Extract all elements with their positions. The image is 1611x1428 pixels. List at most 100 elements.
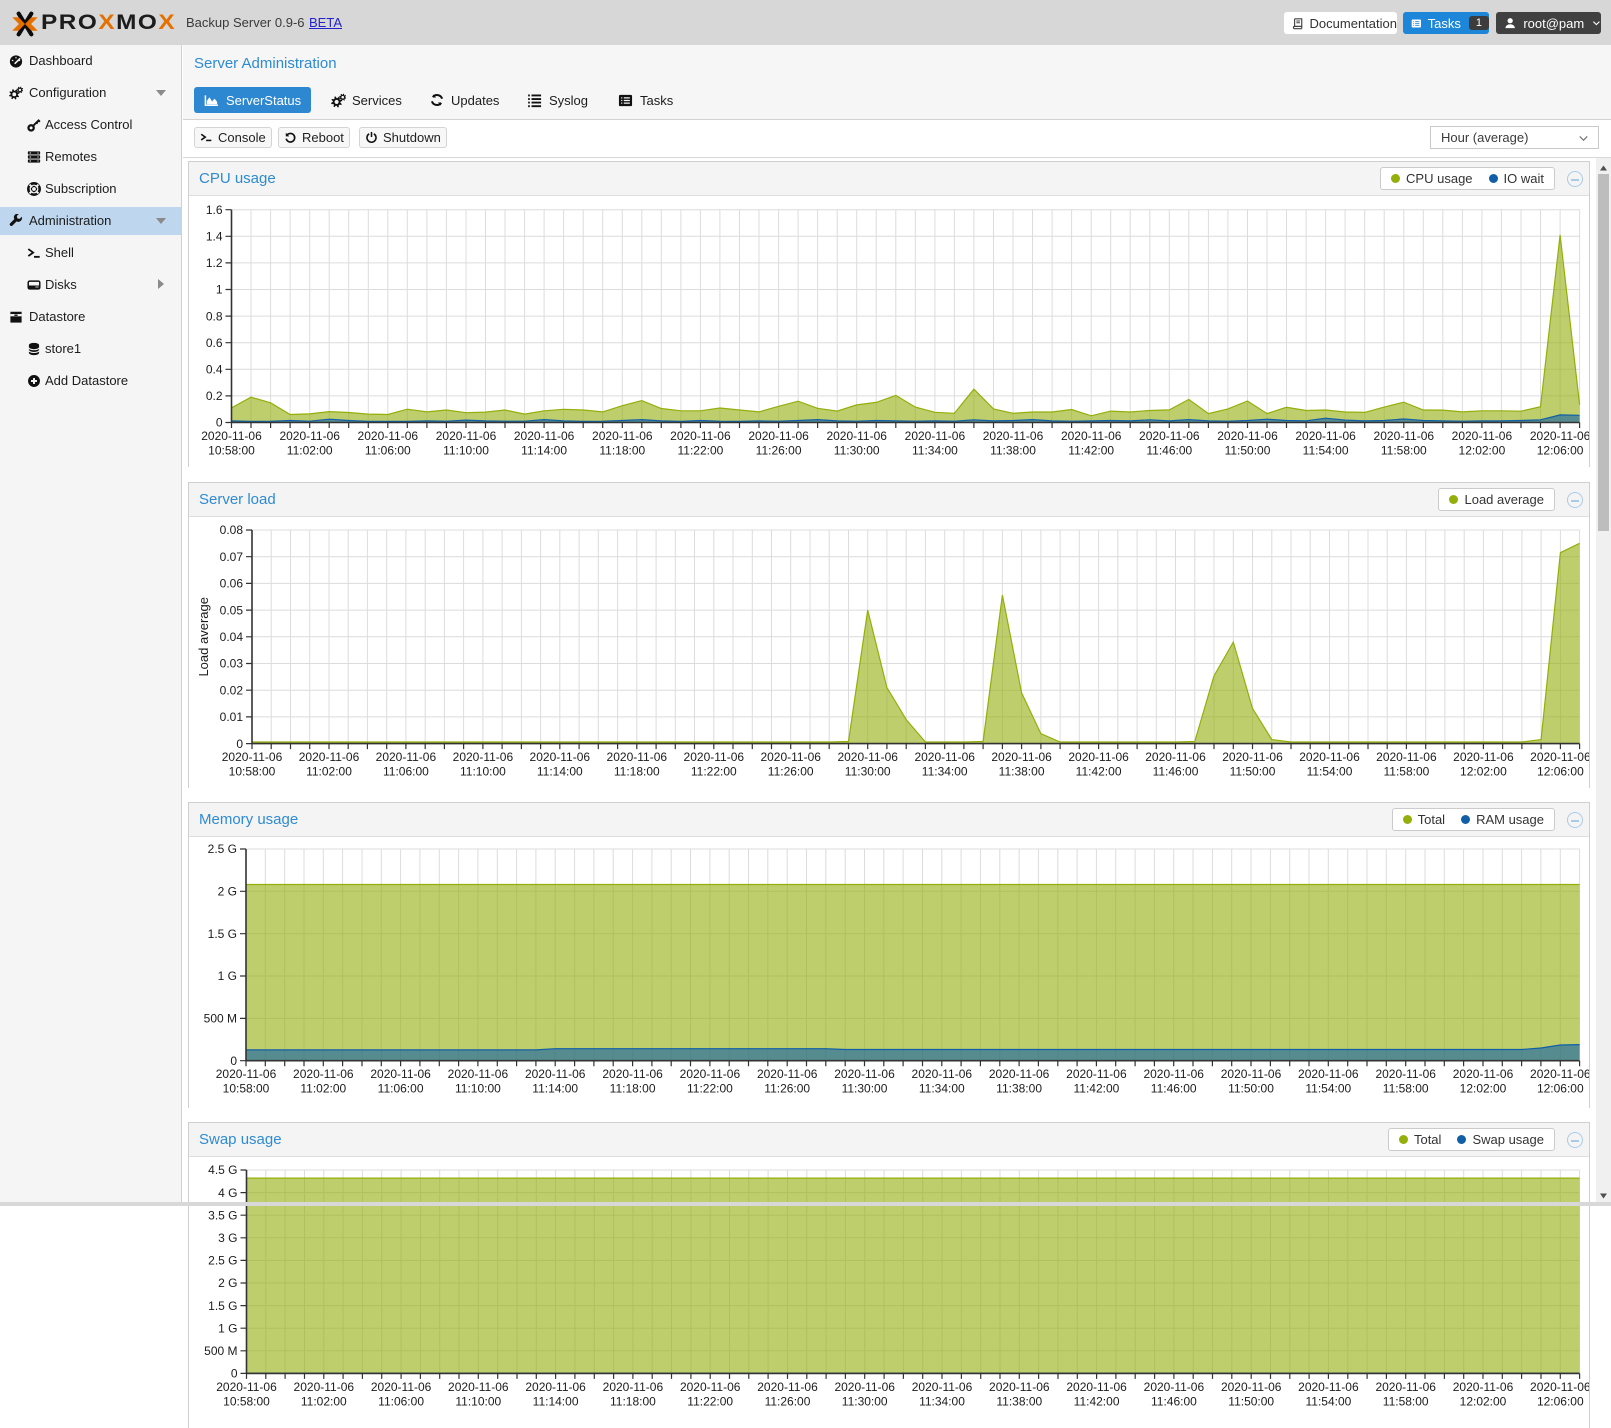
svg-text:2020-11-06: 2020-11-06 <box>293 1067 354 1081</box>
svg-text:2020-11-06: 2020-11-06 <box>222 750 283 764</box>
svg-text:11:30:00: 11:30:00 <box>842 1082 888 1096</box>
svg-text:10:58:00: 10:58:00 <box>208 444 255 458</box>
svg-text:0.02: 0.02 <box>220 683 244 697</box>
svg-text:11:34:00: 11:34:00 <box>912 444 958 458</box>
svg-text:2020-11-06: 2020-11-06 <box>592 429 653 443</box>
svg-text:0.04: 0.04 <box>220 630 244 644</box>
svg-text:2020-11-06: 2020-11-06 <box>602 1067 663 1081</box>
svg-text:11:02:00: 11:02:00 <box>287 444 333 458</box>
svg-text:0.03: 0.03 <box>220 657 244 671</box>
svg-text:0.6: 0.6 <box>206 336 223 350</box>
svg-text:11:54:00: 11:54:00 <box>1305 1082 1351 1096</box>
svg-text:2020-11-06: 2020-11-06 <box>680 1067 741 1081</box>
svg-text:11:06:00: 11:06:00 <box>378 1394 424 1408</box>
svg-text:2020-11-06: 2020-11-06 <box>1530 1380 1589 1394</box>
svg-text:1.4: 1.4 <box>206 230 223 244</box>
svg-text:2020-11-06: 2020-11-06 <box>1061 429 1122 443</box>
svg-text:0.4: 0.4 <box>206 363 223 377</box>
svg-text:11:06:00: 11:06:00 <box>365 444 411 458</box>
svg-text:12:06:00: 12:06:00 <box>1537 1082 1584 1096</box>
svg-text:11:54:00: 11:54:00 <box>1305 1394 1351 1408</box>
svg-text:2020-11-06: 2020-11-06 <box>216 1067 277 1081</box>
svg-text:0.01: 0.01 <box>220 710 244 724</box>
svg-text:2020-11-06: 2020-11-06 <box>1221 1380 1282 1394</box>
svg-text:2020-11-06: 2020-11-06 <box>436 429 497 443</box>
svg-text:2020-11-06: 2020-11-06 <box>376 750 437 764</box>
svg-text:2020-11-06: 2020-11-06 <box>834 1380 895 1394</box>
svg-text:11:46:00: 11:46:00 <box>1151 1394 1197 1408</box>
svg-text:12:02:00: 12:02:00 <box>1460 765 1507 779</box>
svg-text:2 G: 2 G <box>218 1276 237 1290</box>
svg-text:0.07: 0.07 <box>220 550 244 564</box>
svg-text:12:06:00: 12:06:00 <box>1537 1394 1584 1408</box>
svg-text:11:50:00: 11:50:00 <box>1225 444 1271 458</box>
svg-text:11:22:00: 11:22:00 <box>687 1082 733 1096</box>
svg-text:2020-11-06: 2020-11-06 <box>983 429 1044 443</box>
svg-text:2020-11-06: 2020-11-06 <box>1145 750 1206 764</box>
svg-text:4.5 G: 4.5 G <box>208 1163 237 1177</box>
svg-text:11:18:00: 11:18:00 <box>610 1394 656 1408</box>
svg-text:0: 0 <box>236 737 243 751</box>
svg-text:2020-11-06: 2020-11-06 <box>1143 1067 1204 1081</box>
svg-text:11:54:00: 11:54:00 <box>1303 444 1349 458</box>
svg-text:2020-11-06: 2020-11-06 <box>757 1067 818 1081</box>
svg-text:11:02:00: 11:02:00 <box>301 1394 347 1408</box>
svg-text:2020-11-06: 2020-11-06 <box>514 429 575 443</box>
svg-text:2020-11-06: 2020-11-06 <box>1530 750 1589 764</box>
svg-text:2020-11-06: 2020-11-06 <box>525 1067 586 1081</box>
svg-text:11:46:00: 11:46:00 <box>1151 1082 1197 1096</box>
svg-text:11:18:00: 11:18:00 <box>614 765 660 779</box>
svg-text:2020-11-06: 2020-11-06 <box>1452 429 1513 443</box>
svg-text:11:02:00: 11:02:00 <box>300 1082 346 1096</box>
svg-text:2020-11-06: 2020-11-06 <box>525 1380 586 1394</box>
svg-text:2020-11-06: 2020-11-06 <box>1453 1067 1514 1081</box>
svg-text:11:26:00: 11:26:00 <box>765 1394 811 1408</box>
svg-text:2020-11-06: 2020-11-06 <box>684 750 745 764</box>
svg-text:2020-11-06: 2020-11-06 <box>1299 750 1360 764</box>
svg-text:2020-11-06: 2020-11-06 <box>837 750 898 764</box>
svg-text:2020-11-06: 2020-11-06 <box>1217 429 1278 443</box>
svg-text:2020-11-06: 2020-11-06 <box>448 1380 509 1394</box>
svg-text:2020-11-06: 2020-11-06 <box>748 429 809 443</box>
svg-text:2020-11-06: 2020-11-06 <box>989 1380 1050 1394</box>
svg-text:0.08: 0.08 <box>220 523 244 537</box>
svg-text:2020-11-06: 2020-11-06 <box>1068 750 1129 764</box>
svg-text:2020-11-06: 2020-11-06 <box>294 1380 355 1394</box>
svg-text:1: 1 <box>216 283 223 297</box>
svg-text:1 G: 1 G <box>218 969 237 983</box>
svg-text:11:18:00: 11:18:00 <box>599 444 645 458</box>
svg-text:10:58:00: 10:58:00 <box>223 1082 270 1096</box>
svg-text:11:26:00: 11:26:00 <box>768 765 814 779</box>
svg-text:0.05: 0.05 <box>220 603 244 617</box>
svg-text:2020-11-06: 2020-11-06 <box>834 1067 895 1081</box>
svg-text:11:14:00: 11:14:00 <box>533 1394 579 1408</box>
svg-text:0.2: 0.2 <box>206 389 223 403</box>
svg-text:2 G: 2 G <box>218 885 237 899</box>
svg-text:2020-11-06: 2020-11-06 <box>201 429 262 443</box>
svg-text:11:38:00: 11:38:00 <box>999 765 1045 779</box>
svg-text:11:42:00: 11:42:00 <box>1073 1082 1119 1096</box>
svg-text:1.5 G: 1.5 G <box>208 1299 237 1313</box>
svg-text:11:50:00: 11:50:00 <box>1228 1082 1274 1096</box>
svg-text:2020-11-06: 2020-11-06 <box>1376 750 1437 764</box>
svg-text:0.8: 0.8 <box>206 309 223 323</box>
svg-text:11:06:00: 11:06:00 <box>378 1082 424 1096</box>
svg-text:0: 0 <box>230 1054 237 1068</box>
svg-text:11:26:00: 11:26:00 <box>764 1082 810 1096</box>
svg-text:500 M: 500 M <box>204 1012 237 1026</box>
svg-text:11:42:00: 11:42:00 <box>1074 1394 1120 1408</box>
svg-text:2020-11-06: 2020-11-06 <box>279 429 340 443</box>
svg-text:0: 0 <box>231 1367 238 1381</box>
svg-text:11:42:00: 11:42:00 <box>1068 444 1114 458</box>
svg-text:11:34:00: 11:34:00 <box>919 1394 965 1408</box>
svg-text:11:18:00: 11:18:00 <box>610 1082 656 1096</box>
svg-text:2020-11-06: 2020-11-06 <box>371 1380 432 1394</box>
svg-text:10:58:00: 10:58:00 <box>223 1394 270 1408</box>
svg-text:2020-11-06: 2020-11-06 <box>1375 1380 1436 1394</box>
svg-text:2020-11-06: 2020-11-06 <box>760 750 821 764</box>
svg-text:2020-11-06: 2020-11-06 <box>1453 1380 1514 1394</box>
svg-text:11:54:00: 11:54:00 <box>1307 765 1353 779</box>
svg-text:2020-11-06: 2020-11-06 <box>670 429 731 443</box>
svg-text:500 M: 500 M <box>204 1344 237 1358</box>
svg-text:11:38:00: 11:38:00 <box>996 1394 1042 1408</box>
